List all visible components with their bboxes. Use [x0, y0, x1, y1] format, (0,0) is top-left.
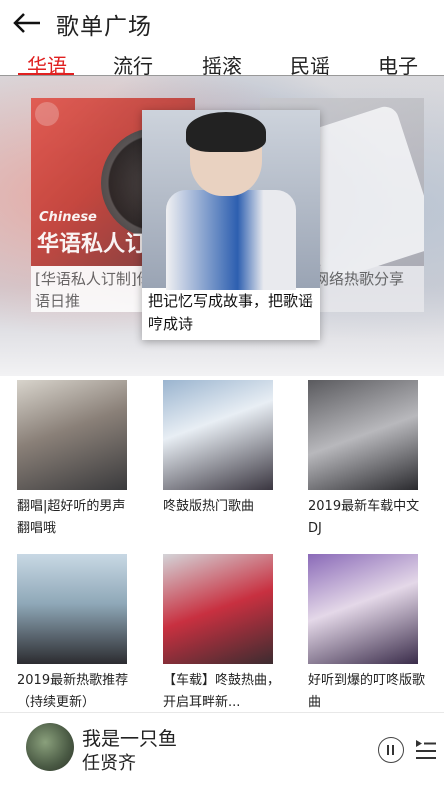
cover-chinese-text: 华语私人订: [37, 232, 148, 257]
carousel-caption-center: 把记忆写成故事，把歌谣哼成诗: [148, 292, 314, 333]
playlist-item[interactable]: 咚鼓版热门歌曲: [163, 380, 275, 518]
tab-minyao[interactable]: 民谣: [290, 50, 330, 79]
playlist-cover: [17, 554, 127, 664]
playlist-queue-icon[interactable]: [414, 737, 438, 763]
playlist-name: 好听到爆的叮咚版歌曲: [308, 673, 426, 710]
tab-liuxing[interactable]: 流行: [113, 50, 153, 79]
playlist-cover: [163, 554, 273, 664]
category-tabs: 华语 流行 摇滚 民谣 电子: [0, 46, 444, 79]
carousel-cover-center: [142, 110, 320, 290]
tab-yaogun[interactable]: 摇滚: [202, 50, 242, 79]
playlist-item[interactable]: 翻唱|超好听的男声翻唱哦: [17, 380, 129, 540]
cover-figure-hair: [186, 112, 266, 152]
cover-figure-jacket: [166, 190, 296, 290]
playlist-item[interactable]: 2019最新车载中文DJ: [308, 380, 420, 540]
back-arrow-icon[interactable]: [10, 8, 44, 38]
playlist-cover: [308, 554, 418, 664]
now-playing-cover[interactable]: [26, 723, 74, 771]
playlist-item[interactable]: 好听到爆的叮咚版歌曲: [308, 554, 425, 714]
page-title: 歌单广场: [56, 14, 152, 40]
playlist-cover: [17, 380, 127, 490]
netease-logo-icon: [35, 102, 59, 126]
playlist-item[interactable]: 2019最新热歌推荐（持续更新）: [17, 554, 129, 714]
playlist-cover: [308, 380, 418, 490]
tab-dianzi[interactable]: 电子: [378, 50, 418, 79]
active-tab-indicator: [18, 73, 74, 75]
playlist-name: 咚鼓版热门歌曲: [163, 499, 255, 514]
playlist-item[interactable]: 【车载】咚鼓热曲，开启耳畔新...: [163, 554, 280, 714]
playlist-name: 2019最新车载中文DJ: [308, 499, 420, 536]
mini-player[interactable]: 我是一只鱼 任贤齐: [0, 712, 444, 785]
cover-english-text: Chinese: [39, 210, 97, 225]
app-header: 歌单广场: [0, 0, 444, 46]
now-playing-artist: 任贤齐: [82, 753, 136, 774]
carousel-caption-right: 网络热歌分享: [314, 270, 405, 288]
playlist-name: 翻唱|超好听的男声翻唱哦: [17, 499, 126, 536]
playlist-cover: [163, 380, 273, 490]
pause-icon[interactable]: [378, 737, 404, 763]
playlist-name: 【车载】咚鼓热曲，开启耳畔新...: [163, 673, 281, 710]
carousel-card-center[interactable]: 把记忆写成故事，把歌谣哼成诗: [142, 110, 320, 340]
playlist-name: 2019最新热歌推荐（持续更新）: [17, 673, 129, 710]
now-playing-song: 我是一只鱼: [82, 728, 178, 750]
